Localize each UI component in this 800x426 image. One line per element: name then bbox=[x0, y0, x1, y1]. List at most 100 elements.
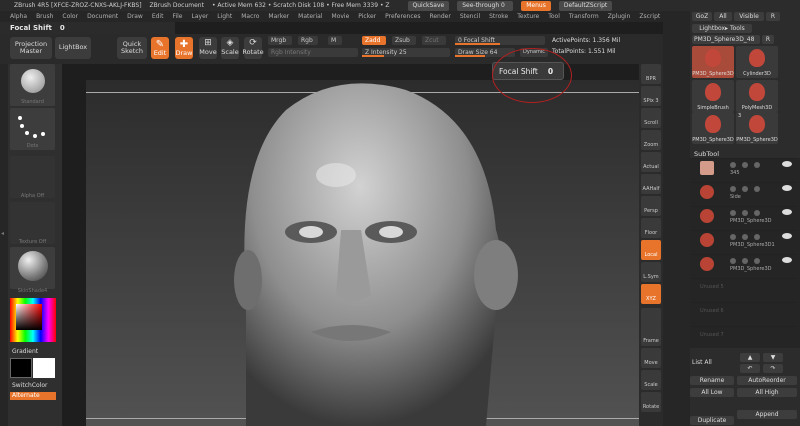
visibility-eye-icon[interactable] bbox=[782, 209, 792, 215]
secondary-color-swatch[interactable] bbox=[33, 358, 55, 378]
view-button-scroll[interactable]: Scroll bbox=[641, 108, 661, 128]
view-button-aahalf[interactable]: AAHalf bbox=[641, 174, 661, 194]
menu-item-edit[interactable]: Edit bbox=[152, 13, 164, 20]
edit-button[interactable]: ✎ Edit bbox=[151, 37, 169, 59]
left-tray-toggle-icon[interactable]: ◂ bbox=[1, 230, 4, 237]
tool-thumb-pm3d-sphere3d[interactable]: PM3D_Sphere3D bbox=[692, 46, 734, 78]
subtool-toggle-icon[interactable] bbox=[730, 258, 736, 264]
color-picker-square[interactable] bbox=[16, 304, 42, 330]
quicksave-button[interactable]: QuickSave bbox=[407, 0, 450, 11]
view-button-zoom[interactable]: Zoom bbox=[641, 130, 661, 150]
alpha-selector[interactable] bbox=[10, 156, 55, 198]
menu-item-file[interactable]: File bbox=[172, 13, 182, 20]
visibility-eye-icon[interactable] bbox=[782, 161, 792, 167]
alternate-button[interactable]: Alternate bbox=[10, 392, 56, 400]
move-up-button[interactable]: ▲ bbox=[740, 353, 760, 362]
menu-item-color[interactable]: Color bbox=[62, 13, 78, 20]
menu-item-picker[interactable]: Picker bbox=[358, 13, 376, 20]
focal-shift-slider[interactable]: 0 Focal Shift bbox=[455, 36, 545, 45]
view-button-floor[interactable]: Floor bbox=[641, 218, 661, 238]
subtool-toggle-icon[interactable] bbox=[754, 258, 760, 264]
duplicate-button[interactable]: Duplicate bbox=[690, 416, 734, 425]
visibility-eye-icon[interactable] bbox=[782, 257, 792, 263]
menu-item-transform[interactable]: Transform bbox=[569, 13, 599, 20]
subtool-row[interactable]: 345 bbox=[690, 158, 798, 176]
subtool-toggle-icon[interactable] bbox=[730, 210, 736, 216]
subtool-row[interactable]: Unused 6 bbox=[690, 302, 798, 320]
autoreorder-button[interactable]: AutoReorder bbox=[737, 376, 797, 385]
subtool-toggle-icon[interactable] bbox=[742, 210, 748, 216]
subtool-toggle-icon[interactable] bbox=[754, 210, 760, 216]
move-down-button[interactable]: ▼ bbox=[763, 353, 783, 362]
left-tray-handle[interactable] bbox=[0, 64, 8, 426]
view-button-local[interactable]: Local bbox=[641, 240, 661, 260]
rename-button[interactable]: Rename bbox=[690, 376, 734, 385]
view-button-actual[interactable]: Actual bbox=[641, 152, 661, 172]
rgb-button[interactable]: Rgb bbox=[298, 36, 318, 45]
subtool-toggle-icon[interactable] bbox=[754, 186, 760, 192]
subtool-toggle-icon[interactable] bbox=[742, 186, 748, 192]
visibility-eye-icon[interactable] bbox=[782, 185, 792, 191]
projection-master-button[interactable]: Projection Master bbox=[10, 37, 52, 59]
menu-item-zplugin[interactable]: Zplugin bbox=[608, 13, 631, 20]
draw-button[interactable]: ✚ Draw bbox=[175, 37, 193, 59]
menu-item-macro[interactable]: Macro bbox=[241, 13, 259, 20]
see-through-slider[interactable]: See-through 0 bbox=[457, 0, 514, 11]
move-button[interactable]: ⊞ Move bbox=[199, 37, 217, 59]
view-button-scale[interactable]: Scale bbox=[641, 370, 661, 390]
menu-item-alpha[interactable]: Alpha bbox=[10, 13, 27, 20]
quick-sketch-button[interactable]: Quick Sketch bbox=[117, 37, 147, 59]
texture-selector[interactable] bbox=[10, 202, 55, 244]
subtool-header[interactable]: SubTool bbox=[694, 150, 719, 158]
subtool-toggle-icon[interactable] bbox=[742, 162, 748, 168]
menu-item-movie[interactable]: Movie bbox=[332, 13, 350, 20]
tool-thumb-cylinder3d[interactable]: Cylinder3D bbox=[736, 46, 778, 78]
material-selector[interactable] bbox=[10, 247, 55, 289]
scale-button[interactable]: ◈ Scale bbox=[221, 37, 239, 59]
menu-item-zscript[interactable]: Zscript bbox=[639, 13, 660, 20]
tool-thumb-pm3d-sphere3d[interactable]: PM3D_Sphere3D bbox=[692, 112, 734, 144]
z-intensity-slider[interactable]: Z Intensity 25 bbox=[362, 48, 450, 57]
menus-button[interactable]: Menus bbox=[521, 0, 551, 11]
menu-item-tool[interactable]: Tool bbox=[548, 13, 560, 20]
current-tool-name[interactable]: PM3D_Sphere3D_48 bbox=[692, 35, 760, 44]
subtool-toggle-icon[interactable] bbox=[742, 258, 748, 264]
default-zscript-button[interactable]: DefaultZScript bbox=[558, 0, 613, 11]
menu-item-preferences[interactable]: Preferences bbox=[385, 13, 420, 20]
view-button-unlabeled[interactable] bbox=[641, 308, 661, 328]
rgb-intensity-slider[interactable]: Rgb Intensity bbox=[268, 48, 358, 57]
menu-item-render[interactable]: Render bbox=[429, 13, 450, 20]
m-button[interactable]: M bbox=[328, 36, 342, 45]
zsub-button[interactable]: Zsub bbox=[392, 36, 416, 45]
menu-item-material[interactable]: Material bbox=[298, 13, 322, 20]
menu-item-texture[interactable]: Texture bbox=[517, 13, 539, 20]
subtool-row[interactable]: PM3D_Sphere3D bbox=[690, 206, 798, 224]
subtool-toggle-icon[interactable] bbox=[754, 234, 760, 240]
head-sculpt-model[interactable] bbox=[86, 80, 639, 426]
visibility-eye-icon[interactable] bbox=[782, 233, 792, 239]
document-canvas[interactable] bbox=[86, 80, 639, 426]
menu-item-document[interactable]: Document bbox=[87, 13, 118, 20]
lightbox-button[interactable]: LightBox bbox=[55, 37, 91, 59]
menu-item-marker[interactable]: Marker bbox=[268, 13, 289, 20]
move-left-button[interactable]: ↶ bbox=[740, 364, 760, 373]
zcut-button[interactable]: Zcut bbox=[422, 36, 446, 45]
lightbox-tools-button[interactable]: Lightbox▸ Tools bbox=[692, 24, 752, 33]
view-button-xyz[interactable]: XYZ bbox=[641, 284, 661, 304]
tool-thumb-pm3d-sphere3d[interactable]: PM3D_Sphere3D 3 bbox=[736, 112, 778, 144]
subtool-row[interactable]: PM3D_Sphere3D bbox=[690, 254, 798, 272]
all-high-button[interactable]: All High bbox=[737, 388, 797, 397]
view-button-l-sym[interactable]: L.Sym bbox=[641, 262, 661, 282]
subtool-row[interactable]: Side bbox=[690, 182, 798, 200]
subtool-row[interactable]: PM3D_Sphere3D1 bbox=[690, 230, 798, 248]
menu-item-layer[interactable]: Layer bbox=[192, 13, 209, 20]
subtool-row[interactable]: Unused 5 bbox=[690, 278, 798, 296]
tool-thumb-polymesh3d[interactable]: PolyMesh3D bbox=[736, 80, 778, 112]
view-button-bpr[interactable]: BPR bbox=[641, 64, 661, 84]
tool-r-button[interactable]: R bbox=[762, 35, 774, 44]
all-button[interactable]: All bbox=[714, 12, 732, 21]
subtool-toggle-icon[interactable] bbox=[754, 162, 760, 168]
append-button[interactable]: Append bbox=[737, 410, 797, 419]
view-button-frame[interactable]: Frame bbox=[641, 326, 661, 346]
view-button-spix-3[interactable]: SPix 3 bbox=[641, 86, 661, 106]
